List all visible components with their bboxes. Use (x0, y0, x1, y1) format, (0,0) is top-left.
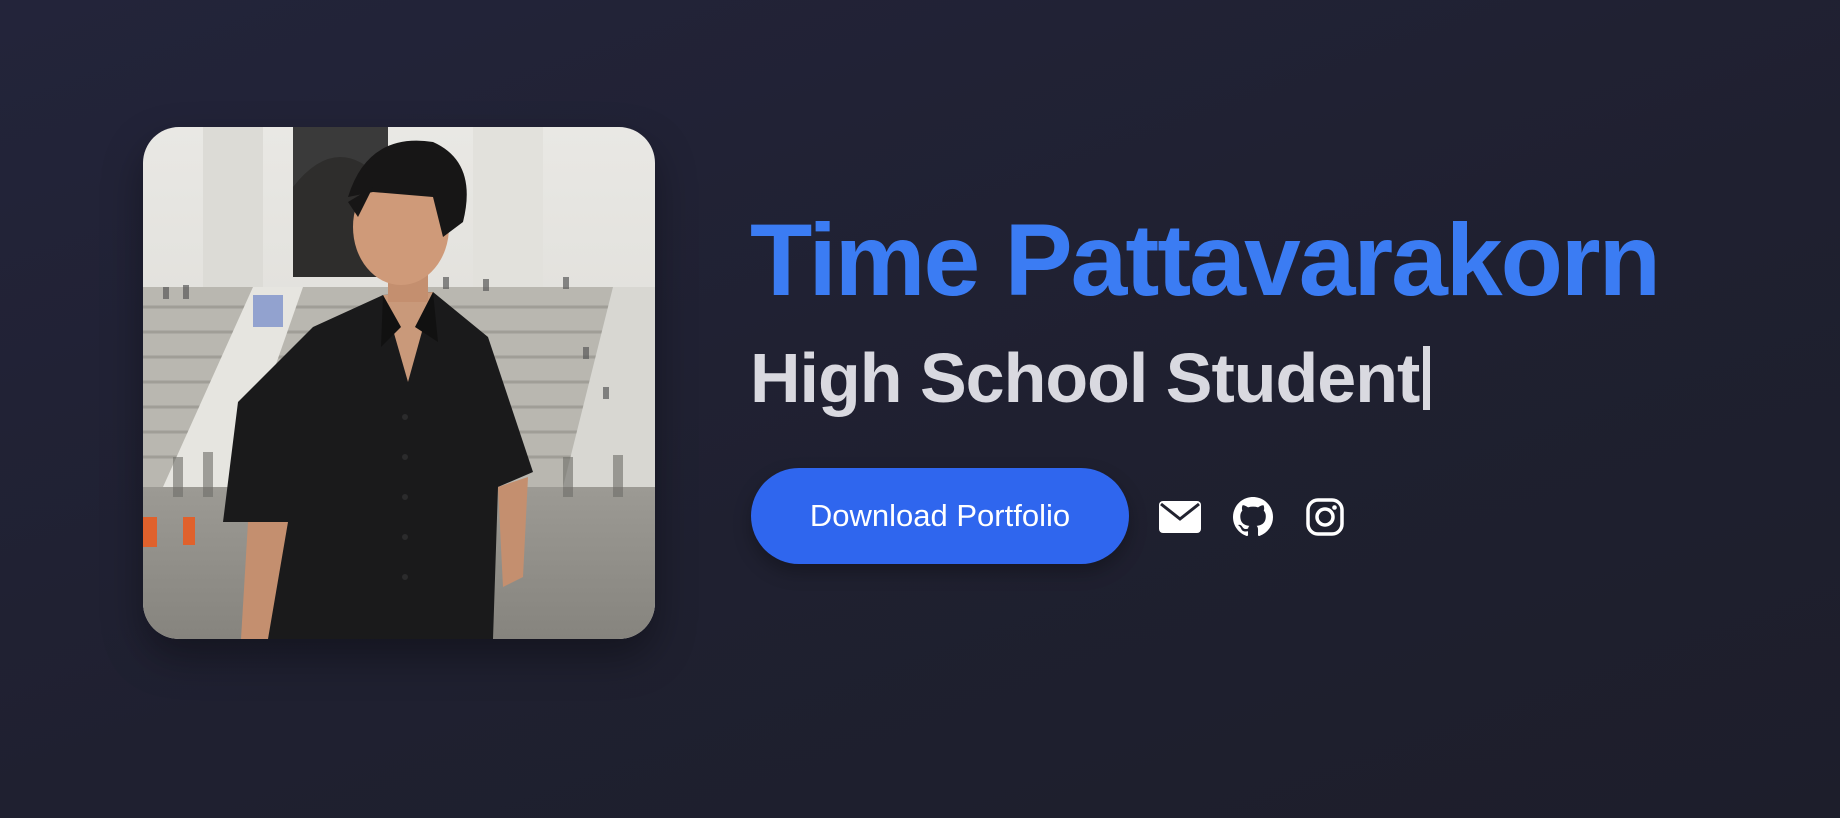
github-link[interactable] (1232, 496, 1274, 538)
typing-caret (1423, 346, 1431, 410)
github-icon (1233, 497, 1273, 537)
profile-photo (143, 127, 655, 639)
profile-name: Time Pattavarakorn (750, 203, 1661, 317)
download-portfolio-button[interactable]: Download Portfolio (751, 468, 1129, 564)
profile-role-text: High School Student (750, 339, 1420, 417)
mail-icon (1159, 501, 1201, 533)
email-link[interactable] (1159, 496, 1201, 538)
profile-role: High School Student (750, 336, 1431, 420)
instagram-icon (1306, 498, 1344, 536)
hero-section: Time Pattavarakorn High School Student D… (0, 0, 1840, 818)
instagram-link[interactable] (1304, 496, 1346, 538)
